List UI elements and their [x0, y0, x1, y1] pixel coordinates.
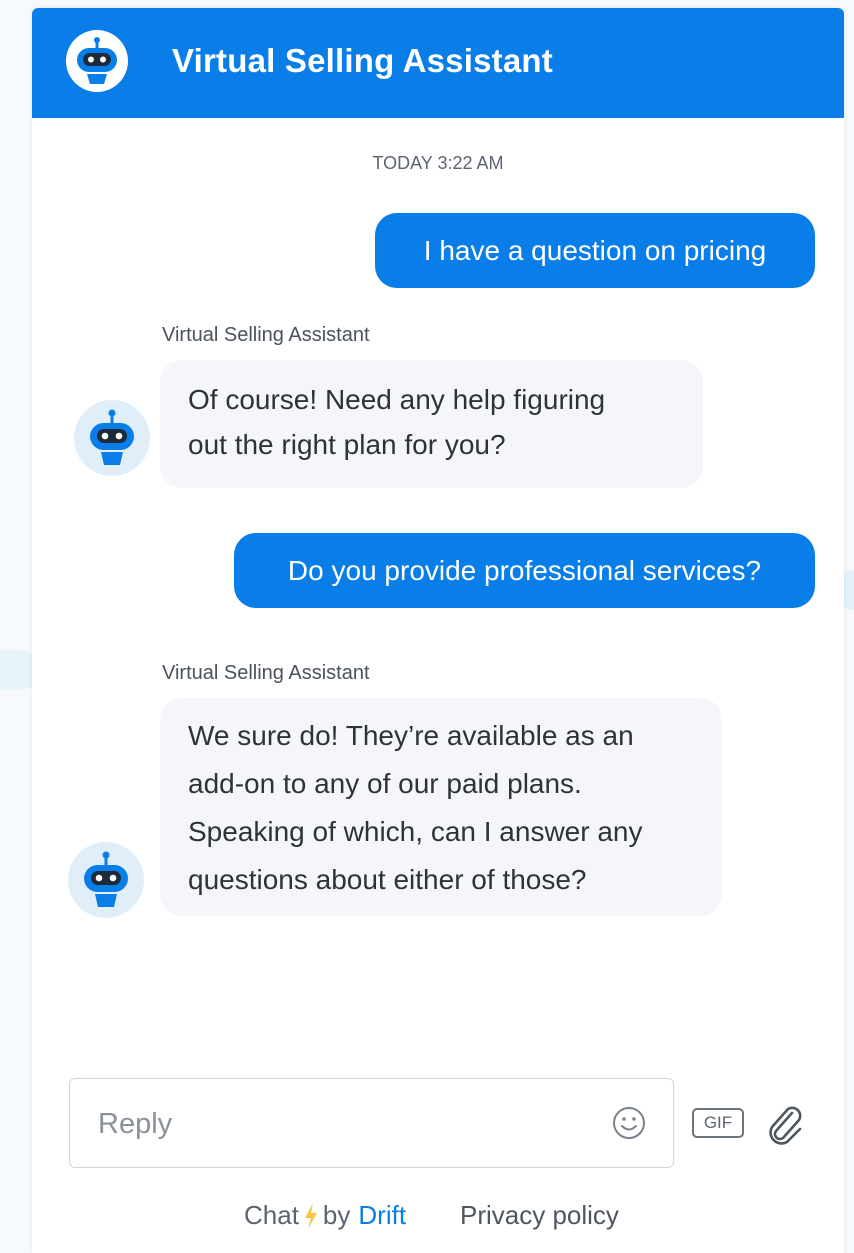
user-message: I have a question on pricing — [375, 213, 815, 288]
reply-box — [69, 1078, 674, 1168]
gif-button[interactable]: GIF — [692, 1108, 744, 1138]
bot-message-line: Of course! Need any help figuring — [188, 384, 606, 415]
bot-sender-name: Virtual Selling Assistant — [162, 662, 370, 684]
user-message: Do you provide professional services? — [234, 533, 815, 608]
header-avatar — [66, 30, 128, 92]
chat-widget: Virtual Selling Assistant TODAY 3:22 AM … — [32, 8, 844, 1253]
header-title: Virtual Selling Assistant — [172, 42, 553, 79]
robot-icon — [90, 409, 134, 465]
bot-message-line: out the right plan for you? — [188, 429, 506, 460]
robot-icon — [84, 851, 128, 907]
robot-icon — [77, 37, 117, 84]
privacy-policy-link[interactable]: Privacy policy — [460, 1200, 619, 1231]
conversation-timestamp: TODAY 3:22 AM — [372, 153, 504, 173]
chat-label: Chat — [244, 1200, 299, 1230]
chat-footer: Chat by Drift Privacy policy — [32, 1200, 844, 1236]
lightning-bolt-icon — [303, 1202, 319, 1230]
bot-message-line: We sure do! They’re available as an — [188, 720, 634, 751]
bot-avatar — [74, 400, 150, 476]
bot-message-line: add-on to any of our paid plans. — [188, 768, 582, 799]
bot-message-line: questions about either of those? — [188, 864, 587, 895]
bot-message: We sure do! They’re available as an add-… — [160, 698, 722, 916]
paperclip-icon[interactable] — [762, 1101, 808, 1147]
bot-message-line: Speaking of which, can I answer any — [188, 816, 643, 847]
drift-link[interactable]: Drift — [358, 1200, 406, 1231]
bot-sender-name: Virtual Selling Assistant — [162, 324, 370, 346]
by-label: by — [322, 1200, 351, 1230]
bot-message: Of course! Need any help figuring out th… — [160, 360, 703, 488]
smiley-icon[interactable] — [611, 1105, 647, 1141]
reply-input[interactable] — [96, 1101, 580, 1147]
chat-header: Virtual Selling Assistant — [32, 8, 844, 118]
bot-avatar — [68, 842, 144, 918]
powered-by[interactable]: Chat by Drift — [244, 1200, 406, 1231]
